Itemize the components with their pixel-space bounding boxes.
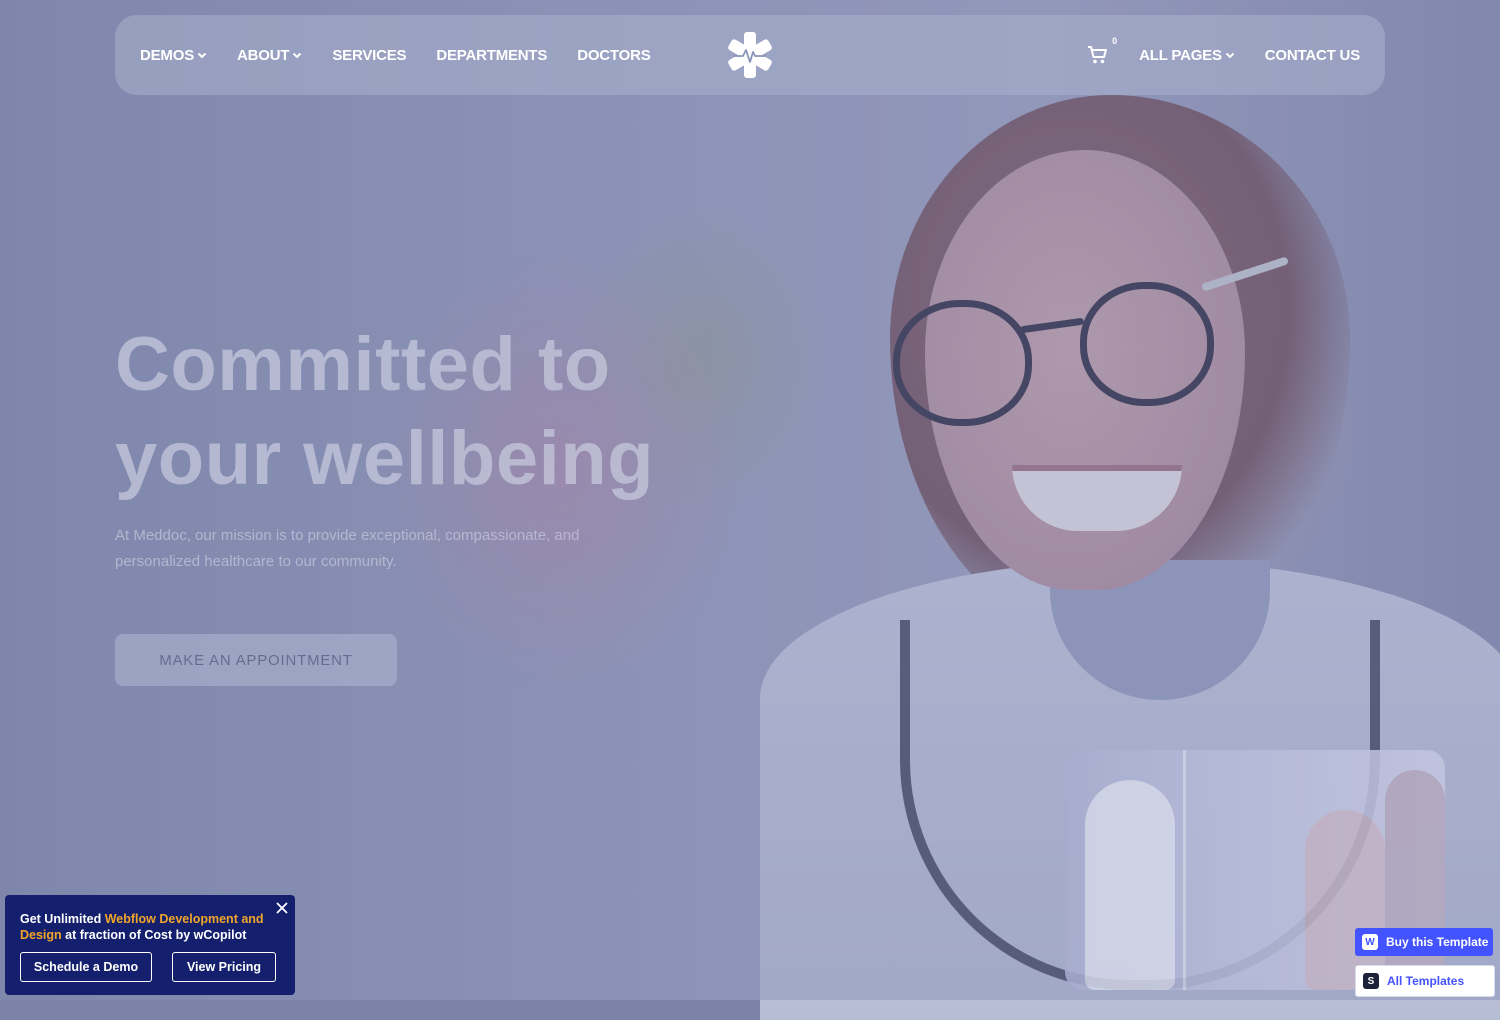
cart-button[interactable]: 0 <box>1087 36 1117 66</box>
templates-logo-icon: S <box>1363 973 1379 989</box>
all-templates-button[interactable]: S All Templates <box>1355 965 1495 997</box>
nav-left-group: DEMOS ABOUT SERVICES DEPARTMENTS DOCTORS <box>140 15 681 95</box>
view-pricing-button[interactable]: View Pricing <box>172 952 276 982</box>
promo-text-prefix: Get Unlimited <box>20 912 105 926</box>
schedule-demo-button[interactable]: Schedule a Demo <box>20 952 152 982</box>
nav-item-label: DOCTORS <box>577 46 651 64</box>
chevron-down-icon <box>1225 52 1234 59</box>
nav-item-doctors[interactable]: DOCTORS <box>577 46 651 64</box>
nav-item-demos[interactable]: DEMOS <box>140 47 207 64</box>
hero-title-line-2: your wellbeing <box>115 416 655 501</box>
promo-text: Get Unlimited Webflow Development and De… <box>20 911 270 943</box>
hero-title-line-1: Committed to <box>115 322 611 407</box>
cart-count-badge: 0 <box>1112 36 1118 46</box>
nav-item-label: DEMOS <box>140 46 195 64</box>
thumbnail-parent-figure <box>1385 770 1445 990</box>
nav-item-all-pages[interactable]: ALL PAGES <box>1139 47 1235 64</box>
nav-item-label: ALL PAGES <box>1139 46 1222 64</box>
all-templates-label: All Templates <box>1387 974 1465 988</box>
thumbnail-divider <box>1183 750 1186 990</box>
close-icon[interactable] <box>275 901 289 915</box>
hero-subtitle: At Meddoc, our mission is to provide exc… <box>115 527 580 570</box>
thumbnail-patient-figure <box>1305 810 1385 990</box>
thumbnail-doctor-figure <box>1085 780 1175 990</box>
nav-item-departments[interactable]: DEPARTMENTS <box>436 47 547 64</box>
hero-title: Committed to your wellbeing <box>115 318 735 506</box>
nav-item-services[interactable]: SERVICES <box>332 47 406 64</box>
buy-template-button[interactable]: W Buy this Template <box>1355 928 1493 956</box>
nav-item-label: SERVICES <box>332 46 407 64</box>
nav-item-label: CONTACT US <box>1264 46 1360 64</box>
chevron-down-icon <box>197 52 207 59</box>
nav-item-contact-us[interactable]: CONTACT US <box>1265 47 1360 64</box>
make-appointment-button[interactable]: MAKE AN APPOINTMENT <box>115 634 397 686</box>
nav-item-about[interactable]: ABOUT <box>237 47 302 64</box>
medical-star-heartbeat-icon[interactable] <box>725 30 775 80</box>
nav-right-group: 0 ALL PAGES CONTACT US <box>1087 15 1360 95</box>
nav-item-label: ABOUT <box>237 46 290 64</box>
navbar: DEMOS ABOUT SERVICES DEPARTMENTS DOCTORS <box>115 15 1385 95</box>
promo-popup: Get Unlimited Webflow Development and De… <box>5 895 295 995</box>
cart-icon <box>1088 46 1108 64</box>
chevron-down-icon <box>293 52 302 59</box>
webflow-logo-icon: W <box>1362 934 1378 950</box>
buy-template-label: Buy this Template <box>1386 935 1489 949</box>
nav-item-label: DEPARTMENTS <box>436 46 548 64</box>
promo-text-suffix: at fraction of Cost by wCopilot <box>61 928 247 942</box>
